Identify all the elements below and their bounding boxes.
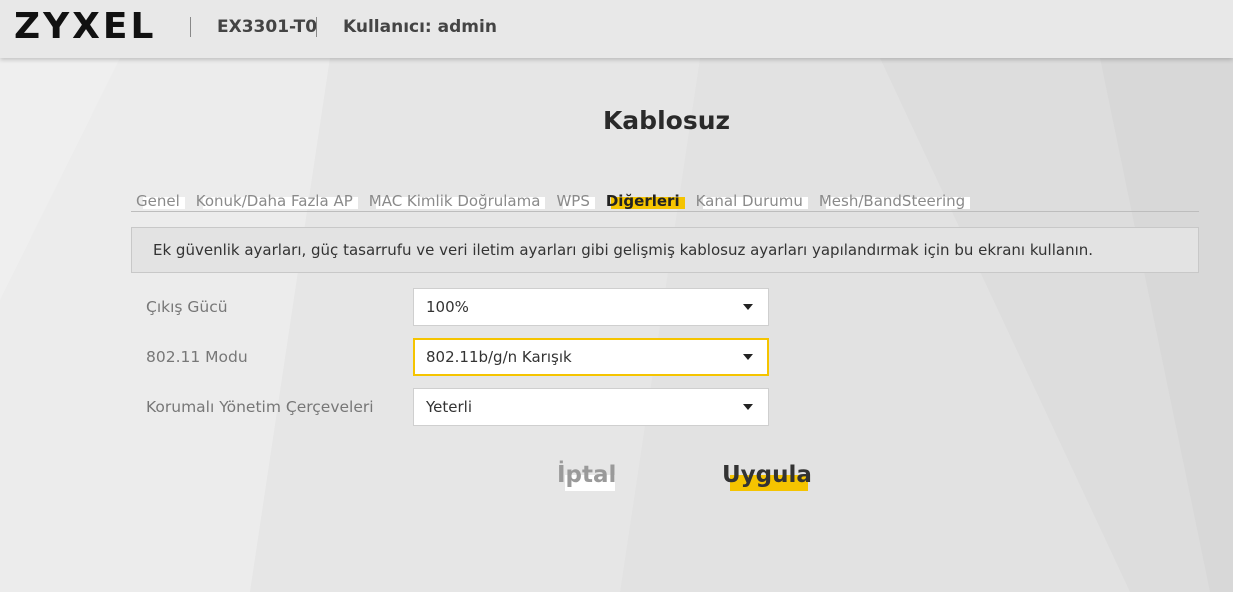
zyxel-logo: ZYXEL [14, 6, 157, 47]
pmf-select[interactable]: Yeterli [413, 388, 769, 426]
tab-bar: Genel Konuk/Daha Fazla AP MAC Kimlik Doğ… [131, 190, 1199, 212]
current-user: Kullanıcı: admin [343, 17, 497, 37]
page-title: Kablosuz [602, 106, 731, 135]
mode-value: 802.11b/g/n Karışık [426, 348, 572, 366]
tab-mac-kimlik[interactable]: MAC Kimlik Doğrulama [364, 192, 546, 211]
tab-mesh[interactable]: Mesh/BandSteering [814, 192, 971, 211]
chevron-down-icon [743, 304, 753, 310]
top-bar: ZYXEL EX3301-T0 Kullanıcı: admin [0, 0, 1233, 58]
cancel-button[interactable]: İptal [557, 461, 616, 491]
chevron-down-icon [743, 404, 753, 410]
output-power-label: Çıkış Gücü [146, 298, 228, 316]
device-model: EX3301-T0 [217, 17, 318, 37]
apply-button[interactable]: Uygula [722, 461, 812, 491]
info-description: Ek güvenlik ayarları, güç tasarrufu ve v… [131, 227, 1199, 273]
tab-genel[interactable]: Genel [131, 192, 185, 211]
pmf-label: Korumalı Yönetim Çerçeveleri [146, 398, 374, 416]
tab-konuk[interactable]: Konuk/Daha Fazla AP [191, 192, 358, 211]
pmf-value: Yeterli [426, 398, 473, 416]
mode-label: 802.11 Modu [146, 348, 248, 366]
header-divider [316, 17, 317, 37]
tab-digerleri[interactable]: Diğerleri [601, 192, 685, 211]
mode-select[interactable]: 802.11b/g/n Karışık [413, 338, 769, 376]
output-power-select[interactable]: 100% [413, 288, 769, 326]
header-divider [190, 17, 191, 37]
tab-kanal-durumu[interactable]: Kanal Durumu [691, 192, 808, 211]
tab-wps[interactable]: WPS [551, 192, 595, 211]
output-power-value: 100% [426, 298, 469, 316]
chevron-down-icon [743, 354, 753, 360]
